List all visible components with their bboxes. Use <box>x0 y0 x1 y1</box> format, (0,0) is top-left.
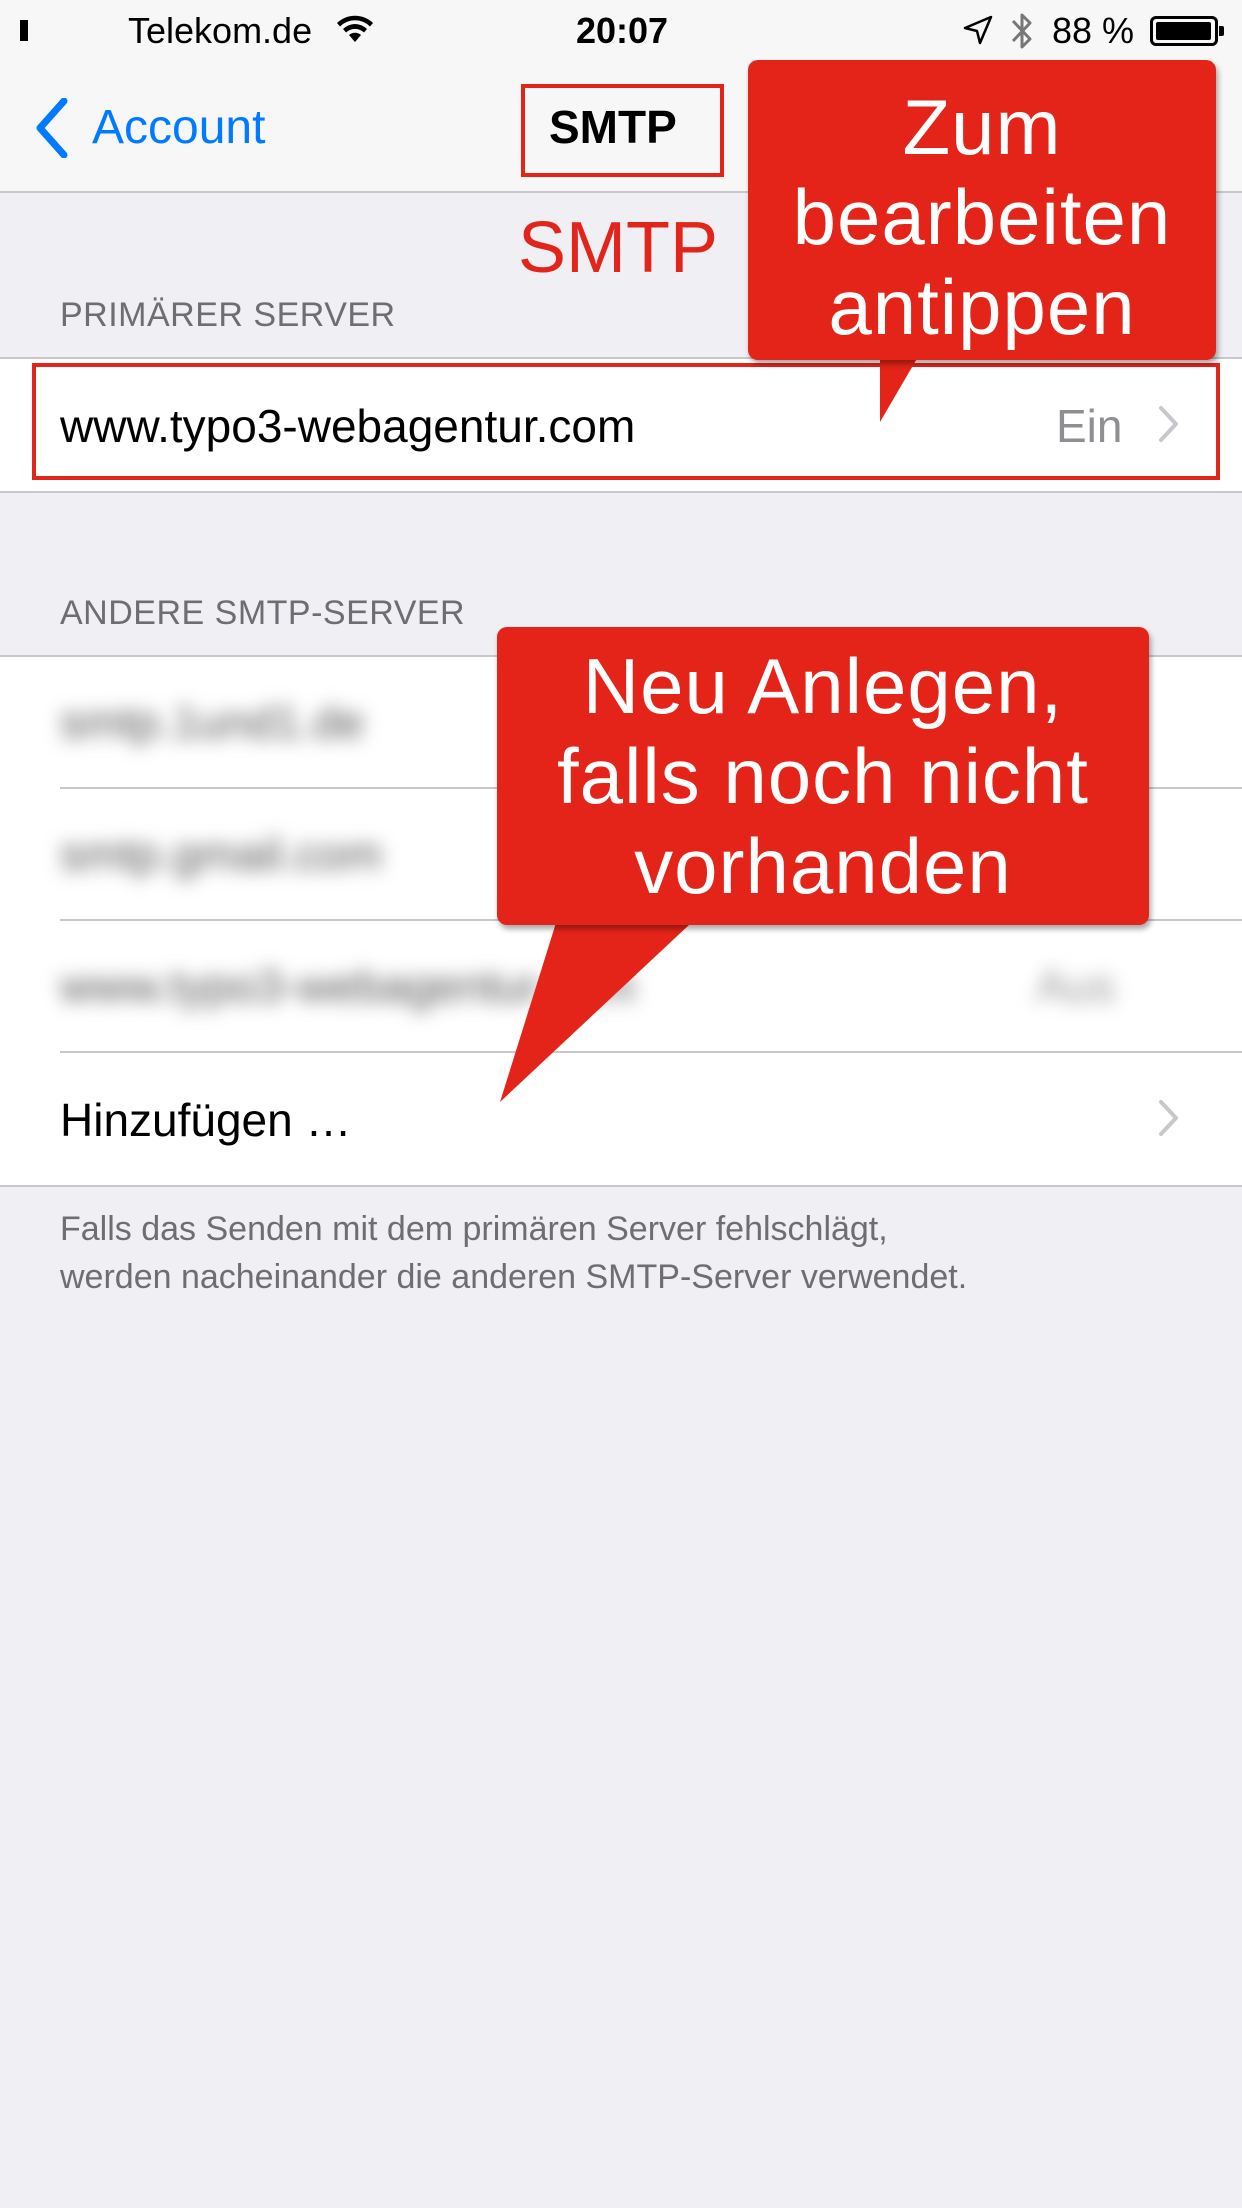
callout-line: falls noch nicht <box>557 732 1089 820</box>
callout-line: vorhanden <box>634 822 1012 910</box>
footer-note: Falls das Senden mit dem primären Server… <box>60 1205 1210 1301</box>
bluetooth-icon <box>1011 13 1032 49</box>
footer-line: werden nacheinander die anderen SMTP-Ser… <box>60 1258 968 1296</box>
primary-server-highlight-box <box>32 363 1220 480</box>
chevron-left-icon <box>36 98 68 158</box>
annotation-smtp-label: SMTP <box>518 208 719 288</box>
status-bar: Telekom.de 20:07 88 % <box>0 0 1242 62</box>
clock: 20:07 <box>576 10 669 51</box>
other-servers-header: ANDERE SMTP-SERVER <box>60 594 466 632</box>
carrier-label: Telekom.de <box>128 10 313 51</box>
callout-line: bearbeiten <box>792 173 1172 261</box>
callout-pointer <box>500 910 705 1102</box>
add-server-label: Hinzufügen … <box>60 1094 352 1146</box>
callout-line: Neu Anlegen, <box>582 642 1064 730</box>
signal-strength-icon <box>20 20 28 42</box>
location-arrow-icon <box>963 15 993 45</box>
callout-new: Neu Anlegen, falls noch nicht vorhanden <box>497 627 1149 925</box>
chevron-right-icon <box>1159 1100 1178 1136</box>
battery-percent: 88 % <box>1052 10 1135 51</box>
title-highlight-box <box>521 84 724 177</box>
server-name-blurred: smtp.gmail.com <box>60 828 383 880</box>
primary-server-header: PRIMÄRER SERVER <box>60 296 396 334</box>
callout-line: antippen <box>828 263 1136 351</box>
callout-pointer <box>880 350 922 422</box>
server-state-blurred: Aus <box>1036 960 1116 1012</box>
battery-icon <box>1150 16 1224 46</box>
server-name-blurred: smtp.1und1.de <box>60 696 365 748</box>
back-button-label: Account <box>92 101 266 154</box>
footer-line: Falls das Senden mit dem primären Server… <box>60 1210 888 1248</box>
callout-line: Zum <box>902 83 1062 171</box>
wifi-icon <box>337 15 373 42</box>
callout-edit: Zum bearbeiten antippen <box>748 60 1216 360</box>
